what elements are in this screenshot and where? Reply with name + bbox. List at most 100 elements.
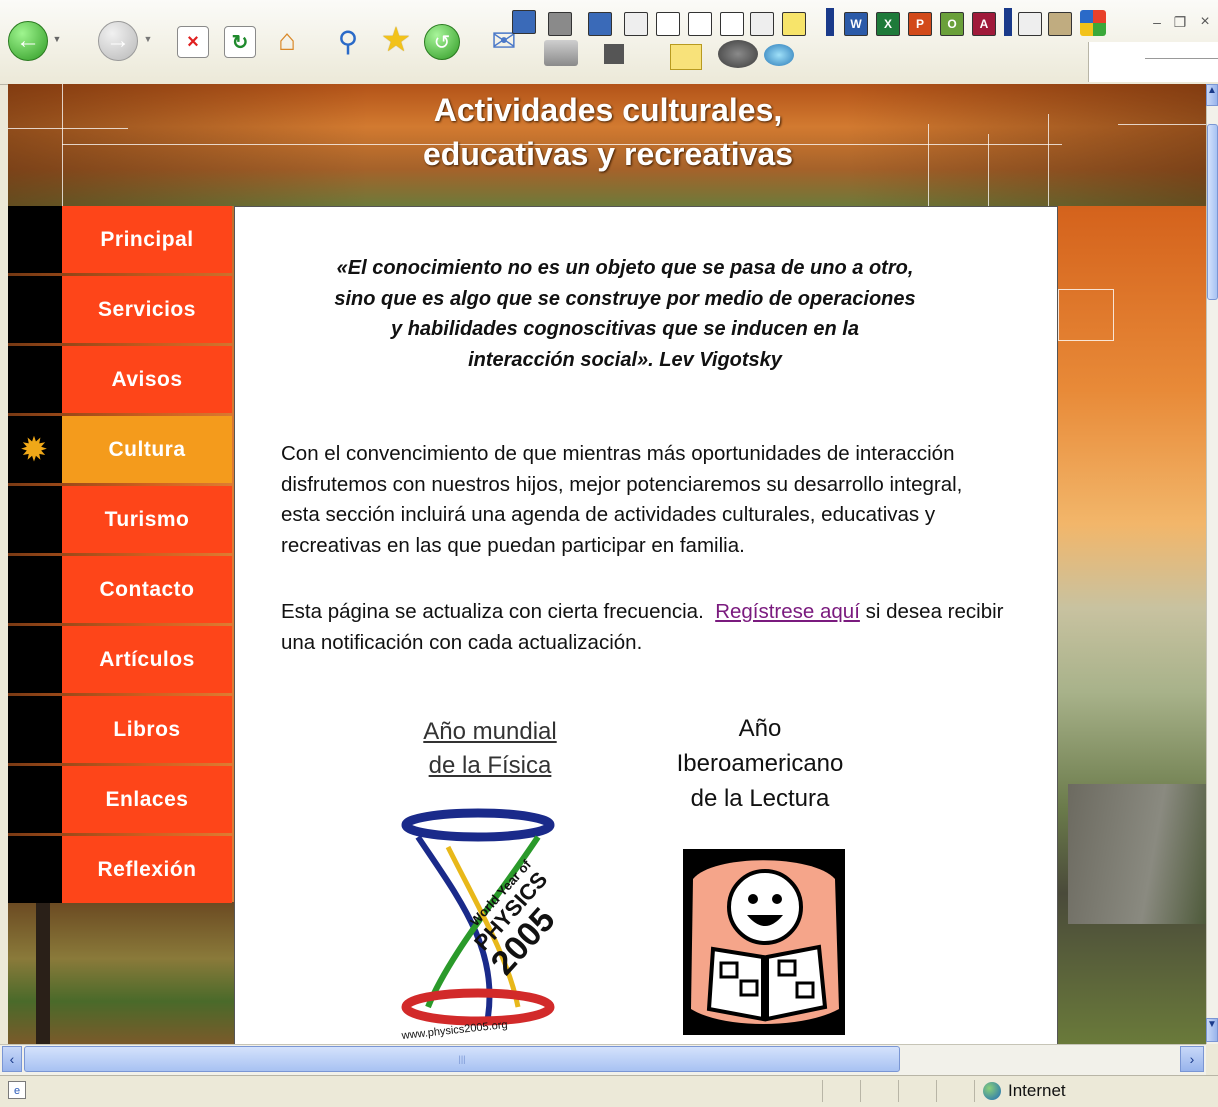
nav-marker	[8, 626, 62, 693]
page-background: Actividades culturales, educativas y rec…	[8, 84, 1206, 1044]
nav-marker: ✹	[8, 416, 62, 483]
scrollbar-corner	[1206, 1044, 1218, 1074]
vertical-scroll-thumb[interactable]	[1207, 124, 1218, 300]
page-done-icon: e	[8, 1081, 26, 1099]
vigotsky-quote: «El conocimiento no es un objeto que se …	[334, 257, 916, 371]
security-zone-label: Internet	[1008, 1081, 1066, 1100]
minimize-icon[interactable]: –	[1149, 14, 1165, 30]
nav-marker	[8, 696, 62, 763]
nav-item-avisos: Avisos	[8, 346, 234, 413]
status-separator	[974, 1080, 975, 1102]
physics-2005-logo[interactable]: World Year of PHYSICS 2005 www.physics20…	[388, 807, 588, 1044]
header-grid-line	[62, 84, 63, 206]
nav-marker	[8, 346, 62, 413]
lamp-post-image	[36, 902, 50, 1044]
scroll-up-arrow-icon[interactable]: ▲	[1206, 84, 1218, 106]
print-icon[interactable]	[548, 12, 572, 36]
horizontal-scroll-thumb[interactable]: |||	[24, 1046, 900, 1072]
back-dropdown-icon[interactable]: ▼	[51, 32, 63, 46]
header-grid-line	[988, 134, 989, 206]
forward-icon[interactable]: →	[98, 21, 138, 61]
network-icon[interactable]	[764, 44, 794, 66]
access-icon[interactable]: A	[972, 12, 996, 36]
nav-marker	[8, 486, 62, 553]
nav-item-reflexion: Reflexión	[8, 836, 234, 903]
intro-paragraph: Con el convencimiento de que mientras má…	[281, 442, 963, 557]
nav-link-servicios[interactable]: Servicios	[62, 276, 232, 343]
contact-card-icon[interactable]	[720, 12, 744, 36]
excel-icon[interactable]: X	[876, 12, 900, 36]
messenger-icon[interactable]	[718, 40, 758, 68]
nav-link-cultura[interactable]: Cultura	[62, 416, 232, 483]
calendar-icon[interactable]	[656, 12, 680, 36]
nav-marker	[8, 556, 62, 623]
nav-marker	[8, 766, 62, 833]
close-icon[interactable]: ×	[1196, 13, 1214, 31]
side-navigation: Principal Servicios Avisos ✹ Cultura Tur…	[8, 206, 234, 906]
physics-year-link[interactable]: Año mundial de la Física	[385, 715, 595, 783]
nav-link-libros[interactable]: Libros	[62, 696, 232, 763]
mail-small-icon[interactable]	[624, 12, 648, 36]
scroll-right-arrow-icon[interactable]: ›	[1180, 1046, 1204, 1072]
stop-icon[interactable]: ×	[177, 26, 209, 58]
address-bar[interactable]	[1088, 42, 1218, 82]
home-icon[interactable]: ⌂	[270, 24, 304, 58]
search-icon[interactable]: ⚲	[330, 24, 366, 58]
nav-marker	[8, 276, 62, 343]
back-icon[interactable]: ←	[8, 21, 48, 61]
nav-link-contacto[interactable]: Contacto	[62, 556, 232, 623]
nav-link-articulos[interactable]: Artículos	[62, 626, 232, 693]
maple-leaf-icon: ✹	[19, 431, 49, 469]
separator-icon	[826, 8, 834, 36]
word-icon[interactable]: W	[844, 12, 868, 36]
document-icon[interactable]	[1018, 12, 1042, 36]
status-separator	[936, 1080, 937, 1102]
main-content: «El conocimiento no es un objeto que se …	[234, 206, 1058, 1044]
favorites-icon[interactable]: ★	[378, 21, 414, 59]
task-icon[interactable]	[688, 12, 712, 36]
nav-link-avisos[interactable]: Avisos	[62, 346, 232, 413]
note-icon[interactable]	[670, 44, 702, 70]
nav-item-articulos: Artículos	[8, 626, 234, 693]
forward-dropdown-icon[interactable]: ▼	[142, 32, 154, 46]
scroll-left-arrow-icon[interactable]: ‹	[2, 1046, 22, 1072]
nav-item-enlaces: Enlaces	[8, 766, 234, 833]
window-icon[interactable]	[512, 10, 536, 34]
nav-link-turismo[interactable]: Turismo	[62, 486, 232, 553]
browser-toolbar: ← ▼ → ▼ × ↻ ⌂ ⚲ ★ ↺ ✉ W X P O A – ❐ ×	[0, 0, 1218, 85]
register-link[interactable]: Regístrese aquí	[715, 600, 860, 623]
windows-flag-icon	[1080, 10, 1106, 36]
nav-link-principal[interactable]: Principal	[62, 206, 232, 273]
nav-item-principal: Principal	[8, 206, 234, 273]
refresh-icon[interactable]: ↻	[224, 26, 256, 58]
nav-link-enlaces[interactable]: Enlaces	[62, 766, 232, 833]
page-title: Actividades culturales, educativas y rec…	[422, 92, 794, 172]
nav-link-reflexion[interactable]: Reflexión	[62, 836, 232, 903]
outlook-icon[interactable]: O	[940, 12, 964, 36]
decorative-frame	[1058, 289, 1114, 341]
scroll-down-arrow-icon[interactable]: ▼	[1206, 1018, 1218, 1042]
logo-bottom-ring	[401, 988, 555, 1026]
status-separator	[860, 1080, 861, 1102]
nav-item-contacto: Contacto	[8, 556, 234, 623]
save-icon[interactable]	[604, 44, 624, 64]
edit-icon[interactable]	[588, 12, 612, 36]
printer-icon[interactable]	[544, 40, 578, 66]
nav-item-libros: Libros	[8, 696, 234, 763]
nav-item-cultura: ✹ Cultura	[8, 416, 234, 483]
page-viewport: Actividades culturales, educativas y rec…	[8, 84, 1206, 1044]
status-separator	[822, 1080, 823, 1102]
powerpoint-icon[interactable]: P	[908, 12, 932, 36]
restore-icon[interactable]: ❐	[1172, 14, 1188, 30]
nav-item-servicios: Servicios	[8, 276, 234, 343]
nav-marker	[8, 206, 62, 273]
road-image	[1068, 784, 1206, 924]
update-paragraph: Esta página se actualiza con cierta frec…	[281, 597, 1021, 658]
nav-item-turismo: Turismo	[8, 486, 234, 553]
tools-icon[interactable]	[1048, 12, 1072, 36]
history-icon[interactable]: ↺	[424, 24, 460, 60]
header-grid-line	[1048, 114, 1049, 206]
journal-icon[interactable]	[750, 12, 774, 36]
child-reading-image	[683, 849, 845, 1035]
sticky-note-icon[interactable]	[782, 12, 806, 36]
